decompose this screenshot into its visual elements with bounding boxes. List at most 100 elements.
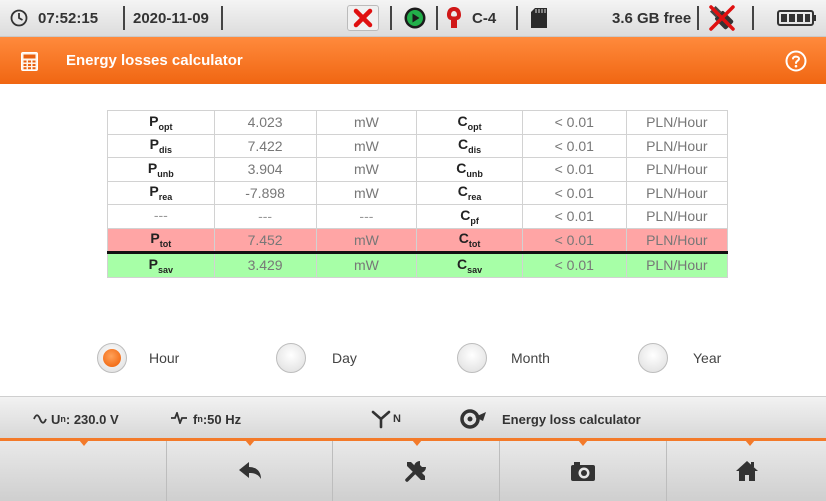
cost-value-cell: < 0.01 [521, 133, 627, 158]
title-bar: Energy losses calculator [0, 37, 826, 84]
error-x-icon[interactable] [347, 5, 379, 31]
cost-label-cell-text: C [457, 255, 468, 272]
cost-label-cell-text: C [457, 183, 468, 200]
radio-year-circle[interactable] [638, 343, 668, 373]
cost-value-cell: < 0.01 [521, 204, 627, 229]
power-label-cell-subscript: tot [159, 239, 172, 250]
toolbar-button-empty[interactable] [0, 441, 167, 501]
power-value-cell: -7.898 [213, 180, 317, 205]
cost-value-cell: < 0.01 [521, 157, 627, 182]
power-unit-cell-text: mW [353, 114, 379, 131]
power-value-cell-text: --- [258, 208, 273, 225]
frequency-value: :50 Hz [202, 411, 242, 427]
divider [697, 6, 699, 30]
power-unit-cell: --- [315, 204, 418, 229]
cost-value-cell-text: < 0.01 [554, 114, 594, 131]
table-row: Punb 3.904 mW Cunb < 0.01 PLN/Hour [107, 157, 729, 182]
system-sub: N [393, 413, 401, 425]
cost-label-cell-subscript: rea [467, 192, 482, 203]
radio-month-circle[interactable] [457, 343, 487, 373]
cost-value-cell: < 0.01 [521, 180, 627, 205]
power-value-cell-text: 3.904 [247, 161, 283, 178]
power-label-cell-text: P [149, 136, 159, 153]
cost-label-cell-text: C [460, 206, 471, 223]
settings-button[interactable] [333, 441, 500, 501]
power-value-cell: 3.904 [213, 157, 317, 182]
power-label-cell: Pdis [107, 133, 215, 158]
table-row: Prea -7.898 mW Crea < 0.01 PLN/Hour [107, 180, 729, 205]
power-unit-cell: mW [315, 133, 418, 158]
back-button[interactable] [167, 441, 333, 501]
storage-free: 3.6 GB free [612, 9, 692, 27]
cost-label-cell-text: C [458, 136, 469, 153]
tab-notch [245, 440, 255, 446]
cost-unit-cell-text: PLN/Hour [646, 161, 708, 178]
power-unit-cell-text: mW [353, 257, 379, 274]
radio-selected-dot [103, 349, 121, 367]
power-unit-cell-text: mW [353, 161, 379, 178]
power-value-cell-text: 7.452 [247, 231, 283, 248]
power-value-cell-text: -7.898 [245, 184, 285, 201]
clamp-icon [445, 0, 463, 36]
radio-hour-label: Hour [149, 350, 180, 366]
power-label-cell: Ptot [107, 227, 215, 253]
clock-icon [10, 0, 28, 36]
cost-value-cell: < 0.01 [521, 110, 627, 135]
screenshot-button[interactable] [500, 441, 667, 501]
help-icon[interactable] [785, 50, 807, 77]
cost-unit-cell: PLN/Hour [625, 133, 729, 158]
cost-label-cell-text: C [456, 159, 467, 176]
tab-notch [578, 440, 588, 446]
radio-hour[interactable]: Hour [97, 342, 179, 374]
cost-unit-cell: PLN/Hour [625, 251, 729, 278]
radio-year[interactable]: Year [638, 342, 721, 374]
divider [390, 6, 392, 30]
cost-label-cell: Ctot [416, 227, 523, 253]
cost-value-cell-text: < 0.01 [554, 231, 594, 248]
power-label-cell: Prea [107, 180, 215, 205]
mode-label: Energy loss calculator [502, 411, 641, 427]
cost-label-cell-subscript: dis [468, 145, 482, 156]
cost-unit-cell-text: PLN/Hour [646, 231, 708, 248]
energy-losses-table: Popt 4.023 mW Copt < 0.01 PLN/Hour Pdis 7.422 mW… [107, 110, 729, 278]
power-label-cell-subscript: unb [157, 168, 174, 179]
radio-month[interactable]: Month [457, 342, 550, 374]
power-unit-cell-text: mW [353, 184, 379, 201]
power-label-cell-text: P [150, 230, 160, 247]
power-label-cell-subscript: rea [158, 192, 173, 203]
power-value-cell-text: 3.429 [247, 257, 283, 274]
cost-value-cell-text: < 0.01 [554, 184, 594, 201]
cost-unit-cell-text: PLN/Hour [646, 137, 708, 154]
sd-card-icon [530, 0, 548, 36]
radio-year-label: Year [693, 350, 722, 366]
table-row: Ptot 7.452 mW Ctot < 0.01 PLN/Hour [107, 227, 729, 253]
cost-label-cell: Csav [416, 251, 523, 278]
power-label-cell-text: P [147, 159, 158, 176]
power-unit-cell: mW [315, 110, 418, 135]
voltage-value: : 230.0 V [65, 411, 119, 427]
cost-unit-cell: PLN/Hour [625, 204, 729, 229]
radio-hour-circle[interactable] [97, 343, 127, 373]
status-bar: 07:52:15 2020-11-09 C-4 3.6 GB free [0, 0, 826, 37]
power-label-cell: --- [107, 204, 215, 229]
tab-notch [79, 440, 89, 446]
sine-icon [33, 412, 47, 427]
power-unit-cell: mW [315, 180, 418, 205]
home-icon [735, 460, 759, 482]
power-unit-cell: mW [315, 251, 418, 278]
table-row: Psav 3.429 mW Csav < 0.01 PLN/Hour [107, 251, 729, 278]
calculator-icon [21, 52, 38, 76]
cost-label-cell-subscript: pf [470, 215, 479, 226]
cost-value-cell: < 0.01 [521, 227, 627, 253]
radio-day-circle[interactable] [276, 343, 306, 373]
power-value-cell-text: 7.422 [247, 137, 283, 154]
power-unit-cell: mW [315, 157, 418, 182]
clamp-label: C-4 [472, 9, 497, 27]
cost-label-cell: Copt [416, 110, 523, 135]
home-button[interactable] [667, 441, 826, 501]
divider [516, 6, 518, 30]
voltage-readout: Un: 230.0 V [33, 397, 119, 441]
radio-day[interactable]: Day [276, 342, 357, 374]
cost-label-cell-subscript: unb [466, 168, 483, 179]
power-label-cell-subscript: dis [158, 145, 172, 156]
